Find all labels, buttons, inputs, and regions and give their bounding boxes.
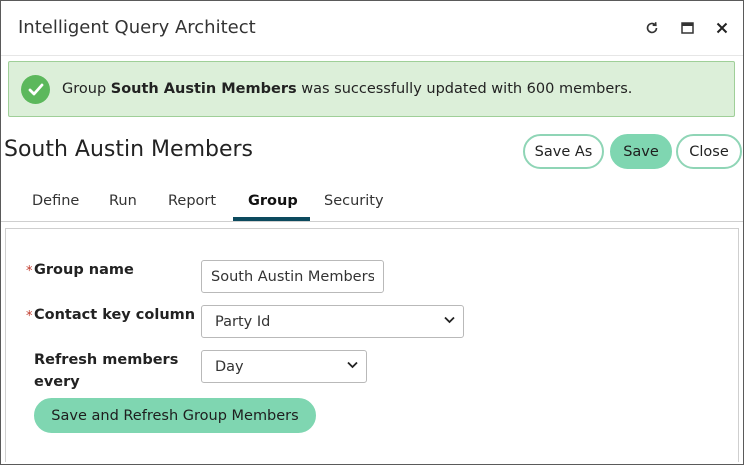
refresh-every-select[interactable]: Day — [201, 350, 367, 383]
alert-group-name: South Austin Members — [110, 81, 297, 97]
refresh-window-button[interactable] — [641, 17, 663, 39]
refresh-icon — [646, 22, 658, 34]
contact-key-column-select[interactable]: Party Id — [201, 305, 464, 338]
contact-key-column-value: Party Id — [215, 313, 271, 330]
close-window-button[interactable] — [711, 17, 733, 39]
required-marker: * — [26, 264, 33, 279]
tab-bar: Define Run Report Group Security — [1, 187, 743, 222]
group-name-label: Group name — [34, 262, 134, 278]
required-marker: * — [26, 309, 33, 324]
save-and-refresh-button[interactable]: Save and Refresh Group Members — [34, 398, 316, 433]
close-icon — [716, 22, 728, 34]
chevron-down-icon — [444, 316, 455, 324]
dialog-window: Intelligent Query Architect Group South … — [0, 0, 744, 465]
success-alert: Group South Austin Members was successfu… — [8, 61, 735, 117]
alert-message: Group South Austin Members was successfu… — [62, 81, 632, 97]
tab-run[interactable]: Run — [109, 193, 137, 209]
tab-security[interactable]: Security — [324, 193, 384, 209]
close-button[interactable]: Close — [676, 134, 742, 169]
title-bar: Intelligent Query Architect — [1, 1, 743, 56]
maximize-icon — [680, 22, 694, 34]
save-as-button[interactable]: Save As — [523, 134, 604, 169]
refresh-every-label-line2: every — [34, 374, 80, 390]
save-button[interactable]: Save — [610, 134, 672, 169]
chevron-down-icon — [347, 361, 358, 369]
refresh-every-value: Day — [215, 358, 244, 375]
alert-suffix: was successfully updated with 600 member… — [301, 81, 633, 97]
refresh-every-label-line1: Refresh members — [34, 352, 179, 368]
alert-prefix: Group — [62, 81, 107, 97]
tab-define[interactable]: Define — [32, 193, 79, 209]
tab-group[interactable]: Group — [248, 193, 298, 209]
maximize-window-button[interactable] — [676, 17, 698, 39]
check-circle-icon — [21, 75, 50, 104]
active-tab-indicator — [233, 217, 310, 221]
tab-report[interactable]: Report — [168, 193, 216, 209]
page-title: South Austin Members — [4, 137, 254, 162]
group-name-input[interactable] — [201, 260, 384, 293]
window-title: Intelligent Query Architect — [18, 17, 256, 38]
contact-key-column-label: Contact key column — [34, 307, 196, 323]
